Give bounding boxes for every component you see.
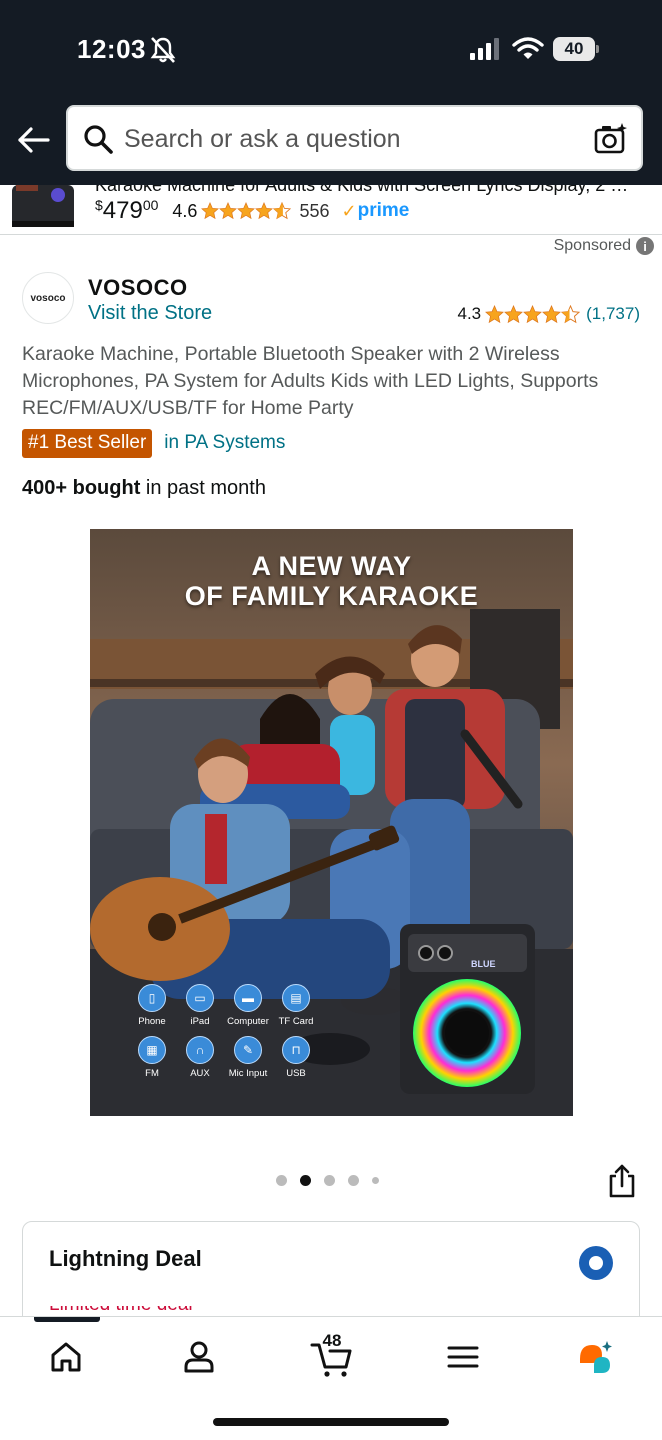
feature-label: Mic Input (228, 1068, 268, 1079)
feature-label: AUX (190, 1068, 210, 1079)
star-full-icon (523, 304, 543, 323)
camera-search-icon[interactable] (593, 121, 629, 157)
previous-result-title[interactable]: Karaoke Machine for Adults & Kids with S… (95, 185, 635, 196)
info-icon[interactable]: i (636, 237, 654, 255)
feature-label: iPad (190, 1016, 210, 1027)
product-rating[interactable]: 4.3 (1,737) (457, 304, 640, 324)
feature-label: USB (286, 1068, 306, 1079)
hero-heading: A NEW WAY OF FAMILY KARAOKE (90, 551, 573, 611)
star-full-icon (504, 304, 524, 323)
status-bar: 12:03 40 (0, 0, 662, 100)
previous-review-count: 556 (299, 200, 330, 221)
best-seller-badge[interactable]: #1 Best Seller (22, 428, 153, 458)
previous-result-meta: $ 479 00 4.6 556 ✓ prime (95, 197, 409, 225)
search-placeholder[interactable]: Search or ask a question (124, 125, 401, 154)
phone-icon: ▯ (138, 984, 166, 1012)
bought-count: 400+ bought (22, 477, 141, 499)
top-header: 12:03 40 Search or ask a question (0, 0, 662, 185)
speaker-brand-label: BLUE (471, 959, 496, 969)
search-icon (84, 125, 113, 154)
prime-badge: ✓ prime (342, 200, 410, 222)
best-seller-row: #1 Best Seller in PA Systems (22, 428, 285, 458)
aux-cable-icon: ∩ (186, 1036, 214, 1064)
feature-tf-card: ▤ TF Card (266, 984, 326, 1027)
price-symbol: $ (95, 197, 103, 213)
usb-icon: ⊓ (282, 1036, 310, 1064)
product-rating-value: 4.3 (457, 304, 482, 323)
product-title: Karaoke Machine, Portable Bluetooth Spea… (22, 343, 599, 419)
star-full-icon (237, 202, 256, 220)
share-icon[interactable] (607, 1164, 637, 1198)
feature-label: Phone (138, 1016, 166, 1027)
price-whole: 479 (102, 197, 143, 224)
previous-rating-value: 4.6 (172, 200, 198, 221)
memory-card-icon: ▤ (282, 984, 310, 1012)
star-full-icon (542, 304, 562, 323)
active-tab-indicator (34, 1317, 100, 1322)
image-carousel-indicator[interactable] (276, 1175, 392, 1186)
status-time: 12:03 (77, 34, 146, 64)
brand-logo-text: vosoco (30, 292, 66, 304)
carousel-dot-active[interactable] (300, 1175, 311, 1186)
star-half-icon (273, 202, 292, 220)
battery-percent: 40 (564, 39, 584, 58)
radio-selected-icon[interactable] (579, 1246, 613, 1280)
previous-result-row[interactable]: Karaoke Machine for Adults & Kids with S… (0, 185, 662, 235)
bought-in-past-month: 400+ bought in past month (22, 477, 266, 500)
visit-store-link[interactable]: Visit the Store (88, 302, 212, 325)
wifi-icon (512, 37, 544, 59)
brand-logo[interactable]: vosoco (22, 272, 74, 324)
lightning-deal-title: Lightning Deal (49, 1246, 202, 1271)
back-arrow-icon[interactable] (16, 122, 52, 158)
feature-usb: ⊓ USB (266, 1036, 326, 1079)
star-full-icon (485, 304, 505, 323)
star-half-icon (561, 304, 581, 323)
feature-label: Computer (227, 1016, 269, 1027)
prime-label: prime (357, 200, 410, 221)
product-photo-illustration (90, 529, 573, 1116)
prime-check-icon: ✓ (341, 200, 357, 221)
carousel-dot[interactable] (324, 1175, 335, 1186)
radio-icon: ▦ (138, 1036, 166, 1064)
tablet-icon: ▭ (186, 984, 214, 1012)
bought-suffix: in past month (140, 477, 266, 499)
lightning-deal-subtitle-clip: Limited time deal (49, 1306, 249, 1316)
star-full-icon (219, 202, 238, 220)
silent-bell-icon (150, 37, 176, 63)
home-indicator[interactable] (213, 1418, 449, 1426)
previous-product-thumbnail (12, 185, 74, 227)
previous-star-rating (201, 202, 292, 220)
carousel-dot[interactable] (348, 1175, 359, 1186)
star-full-icon (201, 202, 220, 220)
menu-icon[interactable] (443, 1337, 483, 1377)
sponsored-label[interactable]: Sponsored i (554, 237, 654, 255)
cellular-signal-icon (470, 38, 499, 60)
battery-indicator: 40 (553, 37, 599, 61)
feature-label: FM (145, 1068, 159, 1079)
microphone-icon: ✎ (234, 1036, 262, 1064)
home-icon[interactable] (46, 1337, 86, 1377)
star-full-icon (255, 202, 274, 220)
rufus-icon[interactable] (576, 1337, 616, 1377)
account-icon[interactable] (179, 1337, 219, 1377)
lightning-deal-subtitle: Limited time deal (49, 1306, 249, 1316)
price-fraction: 00 (142, 197, 159, 213)
product-image[interactable]: A NEW WAY OF FAMILY KARAOKE BLUE ▯ Phone … (90, 529, 573, 1116)
carousel-dot[interactable] (372, 1177, 379, 1184)
feature-label: TF Card (278, 1016, 314, 1027)
best-seller-category-link[interactable]: in PA Systems (164, 432, 285, 454)
product-review-count[interactable]: (1,737) (586, 304, 640, 324)
brand-name: VOSOCO (88, 275, 188, 300)
hero-heading-line1: A NEW WAY (251, 551, 412, 581)
computer-icon: ▬ (234, 984, 262, 1012)
hero-heading-line2: OF FAMILY KARAOKE (184, 581, 479, 611)
sponsored-text: Sponsored (553, 237, 631, 254)
carousel-dot[interactable] (276, 1175, 287, 1186)
cart-icon[interactable] (310, 1339, 354, 1379)
search-bar[interactable]: Search or ask a question (66, 105, 643, 171)
